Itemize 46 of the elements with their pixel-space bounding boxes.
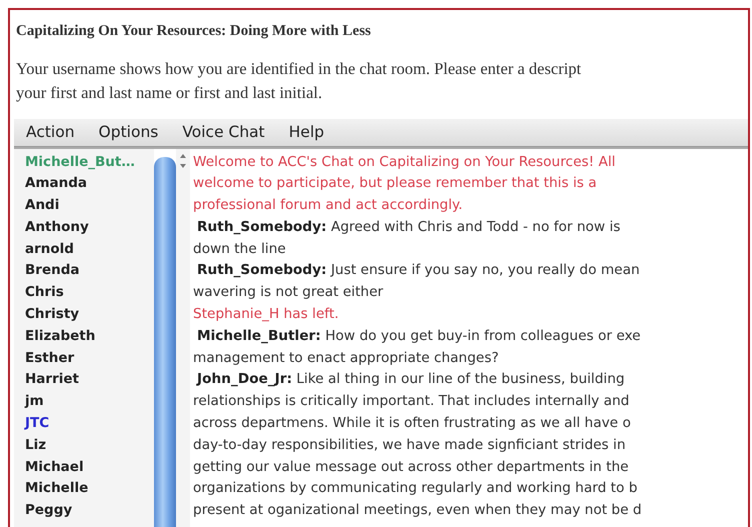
scrollbar[interactable] bbox=[154, 156, 176, 527]
user-name[interactable]: Peggy bbox=[25, 500, 154, 522]
user-name[interactable]: jm bbox=[25, 391, 154, 414]
system-message: Stephanie_H has left. bbox=[193, 305, 340, 324]
splitter-arrows-icon[interactable] bbox=[180, 152, 186, 168]
system-message: Welcome to ACC's Chat on Capitalizing on Your Resources! All bbox=[193, 152, 616, 172]
message-text: How do you get buy-in from colleagues or exe bbox=[324, 328, 641, 344]
page-title: Capitalizing On Your Resources: Doing More with Less bbox=[16, 22, 372, 41]
user-name[interactable]: Michelle bbox=[25, 478, 154, 500]
user-name[interactable]: Liz bbox=[25, 434, 154, 457]
user-name[interactable]: Elizabeth bbox=[25, 326, 154, 348]
message-author: John_Doe_Jr: bbox=[195, 371, 292, 388]
intro-text: your first and last name or first and last initial. bbox=[16, 82, 324, 104]
message-author: Ruth_Somebody: bbox=[196, 262, 327, 278]
system-message: welcome to participate, but please remember that this is a bbox=[193, 174, 598, 194]
message-text: Agreed with Chris and Todd - no for now is bbox=[330, 218, 620, 235]
message-text: Just ensure if you say no, you really do mean bbox=[329, 262, 640, 278]
menu-item[interactable]: Help bbox=[276, 119, 336, 145]
message-author: Ruth_Somebody: bbox=[196, 218, 327, 235]
user-name[interactable]: Harriet bbox=[25, 369, 154, 392]
user-name[interactable]: Esther bbox=[25, 348, 154, 370]
message-text: Like al thing in our line of the business, building bbox=[295, 371, 625, 388]
message-text: day-to-day responsibilities, we have made signficiant strides in bbox=[193, 436, 627, 455]
message-text: organizations by communicating regularly and working hard to b bbox=[193, 479, 638, 498]
user-name[interactable]: Brenda bbox=[25, 260, 154, 282]
menu-item[interactable]: Options bbox=[86, 119, 170, 145]
system-message: professional forum and act accordingly. bbox=[193, 196, 464, 216]
user-name[interactable]: Christy bbox=[25, 304, 154, 326]
user-name[interactable]: arnold bbox=[25, 238, 154, 260]
user-name[interactable]: JTC bbox=[25, 413, 154, 435]
message-text: getting our value message out across other departments in the bbox=[193, 458, 630, 477]
intro-text: Your username shows how you are identified in the chat room. Please enter a descript bbox=[16, 58, 582, 80]
message-text: across departmens. While it is often frustrating as we all have o bbox=[193, 414, 632, 434]
message-text: present at oganizational meetings, even when they may not be d bbox=[193, 501, 643, 520]
message-author: Michelle_Butler: bbox=[196, 328, 321, 344]
message-text: management to enact appropriate changes? bbox=[193, 348, 500, 368]
user-name[interactable]: Anthony bbox=[25, 216, 154, 239]
user-name[interactable]: Amanda bbox=[25, 173, 154, 196]
user-name[interactable]: Andi bbox=[25, 195, 154, 217]
message-text: down the line bbox=[193, 240, 287, 259]
menu-item[interactable]: Voice Chat bbox=[170, 119, 277, 145]
user-name[interactable]: Chris bbox=[25, 282, 154, 304]
user-name[interactable]: Michael bbox=[25, 456, 154, 478]
message-text: wavering is not great either bbox=[193, 283, 384, 302]
menu-item[interactable]: Action bbox=[14, 119, 87, 145]
message-text: relationships is critically important. That includes internally and bbox=[193, 392, 630, 412]
